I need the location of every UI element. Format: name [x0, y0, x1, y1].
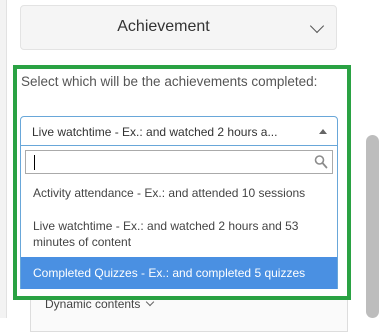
achievement-select-value: Live watchtime - Ex.: and watched 2 hour… [32, 125, 278, 139]
achievement-select-panel: Select which will be the achievements co… [13, 65, 351, 300]
chevron-down-icon[interactable] [309, 18, 325, 34]
text-cursor [34, 155, 35, 170]
achievement-prompt: Select which will be the achievements co… [21, 74, 318, 89]
dropdown-option-live-watchtime[interactable]: Live watchtime - Ex.: and watched 2 hour… [21, 218, 337, 250]
search-icon [314, 155, 328, 169]
achievement-section-header[interactable]: Achievement [20, 5, 337, 50]
scrollbar-thumb[interactable] [366, 135, 379, 318]
dropdown-option-completed-quizzes[interactable]: Completed Quizzes - Ex.: and completed 5… [21, 257, 337, 289]
dropdown-search-input[interactable] [25, 150, 333, 174]
dropdown-option-activity-attendance[interactable]: Activity attendance - Ex.: and attended … [21, 185, 337, 201]
page-left-edge [0, 0, 7, 318]
scrollbar[interactable] [362, 0, 385, 318]
triangle-up-icon[interactable] [319, 129, 327, 134]
achievement-select[interactable]: Live watchtime - Ex.: and watched 2 hour… [20, 116, 338, 146]
achievement-title: Achievement [117, 18, 210, 35]
achievement-dropdown: Activity attendance - Ex.: and attended … [20, 146, 338, 289]
